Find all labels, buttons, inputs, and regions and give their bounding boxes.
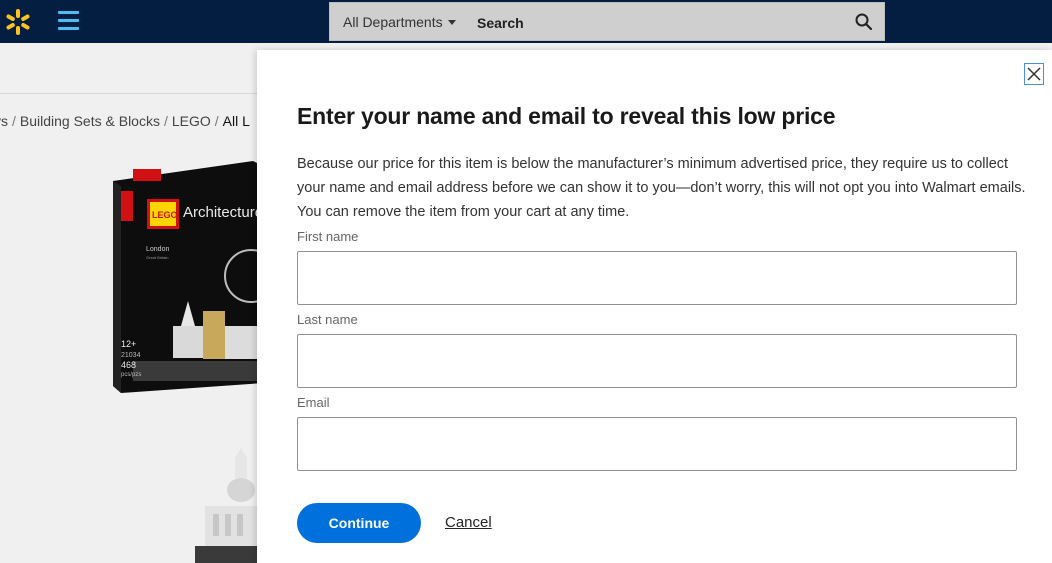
- product-set-number: 21034: [121, 352, 141, 359]
- search-input[interactable]: Search: [477, 15, 524, 31]
- top-header: All Departments Search: [0, 0, 1052, 43]
- close-button[interactable]: [1024, 63, 1044, 85]
- email-label: Email: [297, 395, 330, 410]
- price-reveal-modal: Enter your name and email to reveal this…: [257, 50, 1052, 563]
- hamburger-menu-icon[interactable]: [58, 11, 80, 31]
- product-image[interactable]: LEGO Architecture London Great Britain 1…: [113, 161, 263, 393]
- product-pieces: 468: [121, 360, 136, 370]
- cancel-link[interactable]: Cancel: [445, 514, 492, 531]
- last-name-label: Last name: [297, 312, 358, 327]
- last-name-field[interactable]: [297, 334, 1017, 388]
- breadcrumb-item[interactable]: Building Sets & Blocks: [20, 113, 160, 129]
- search-bar: All Departments Search: [329, 2, 885, 41]
- modal-title: Enter your name and email to reveal this…: [297, 103, 836, 129]
- first-name-label: First name: [297, 229, 359, 244]
- department-selector[interactable]: All Departments: [343, 14, 443, 30]
- walmart-spark-icon[interactable]: [4, 8, 32, 36]
- breadcrumb: ys/Building Sets & Blocks/LEGO/All L: [0, 113, 250, 129]
- product-brand-label: LEGO: [152, 210, 178, 220]
- first-name-field[interactable]: [297, 251, 1017, 305]
- close-x-icon: [1027, 67, 1041, 81]
- breadcrumb-item[interactable]: LEGO: [172, 113, 211, 129]
- product-thumbnail[interactable]: [195, 448, 257, 563]
- email-field[interactable]: [297, 417, 1017, 471]
- divider: [0, 93, 257, 94]
- magnifier-icon[interactable]: [854, 12, 874, 32]
- modal-description: Because our price for this item is below…: [297, 156, 1026, 220]
- breadcrumb-item[interactable]: ys: [0, 113, 8, 129]
- product-age: 12+: [121, 339, 136, 349]
- chevron-down-icon[interactable]: [448, 20, 456, 25]
- product-line-label: Architecture: [183, 204, 263, 221]
- product-pieces-label: pcs/pzs: [121, 372, 141, 378]
- product-subtitle: London: [146, 246, 169, 253]
- product-subtitle2: Great Britain: [146, 255, 168, 260]
- continue-button[interactable]: Continue: [297, 503, 421, 543]
- breadcrumb-item[interactable]: All L: [223, 113, 250, 129]
